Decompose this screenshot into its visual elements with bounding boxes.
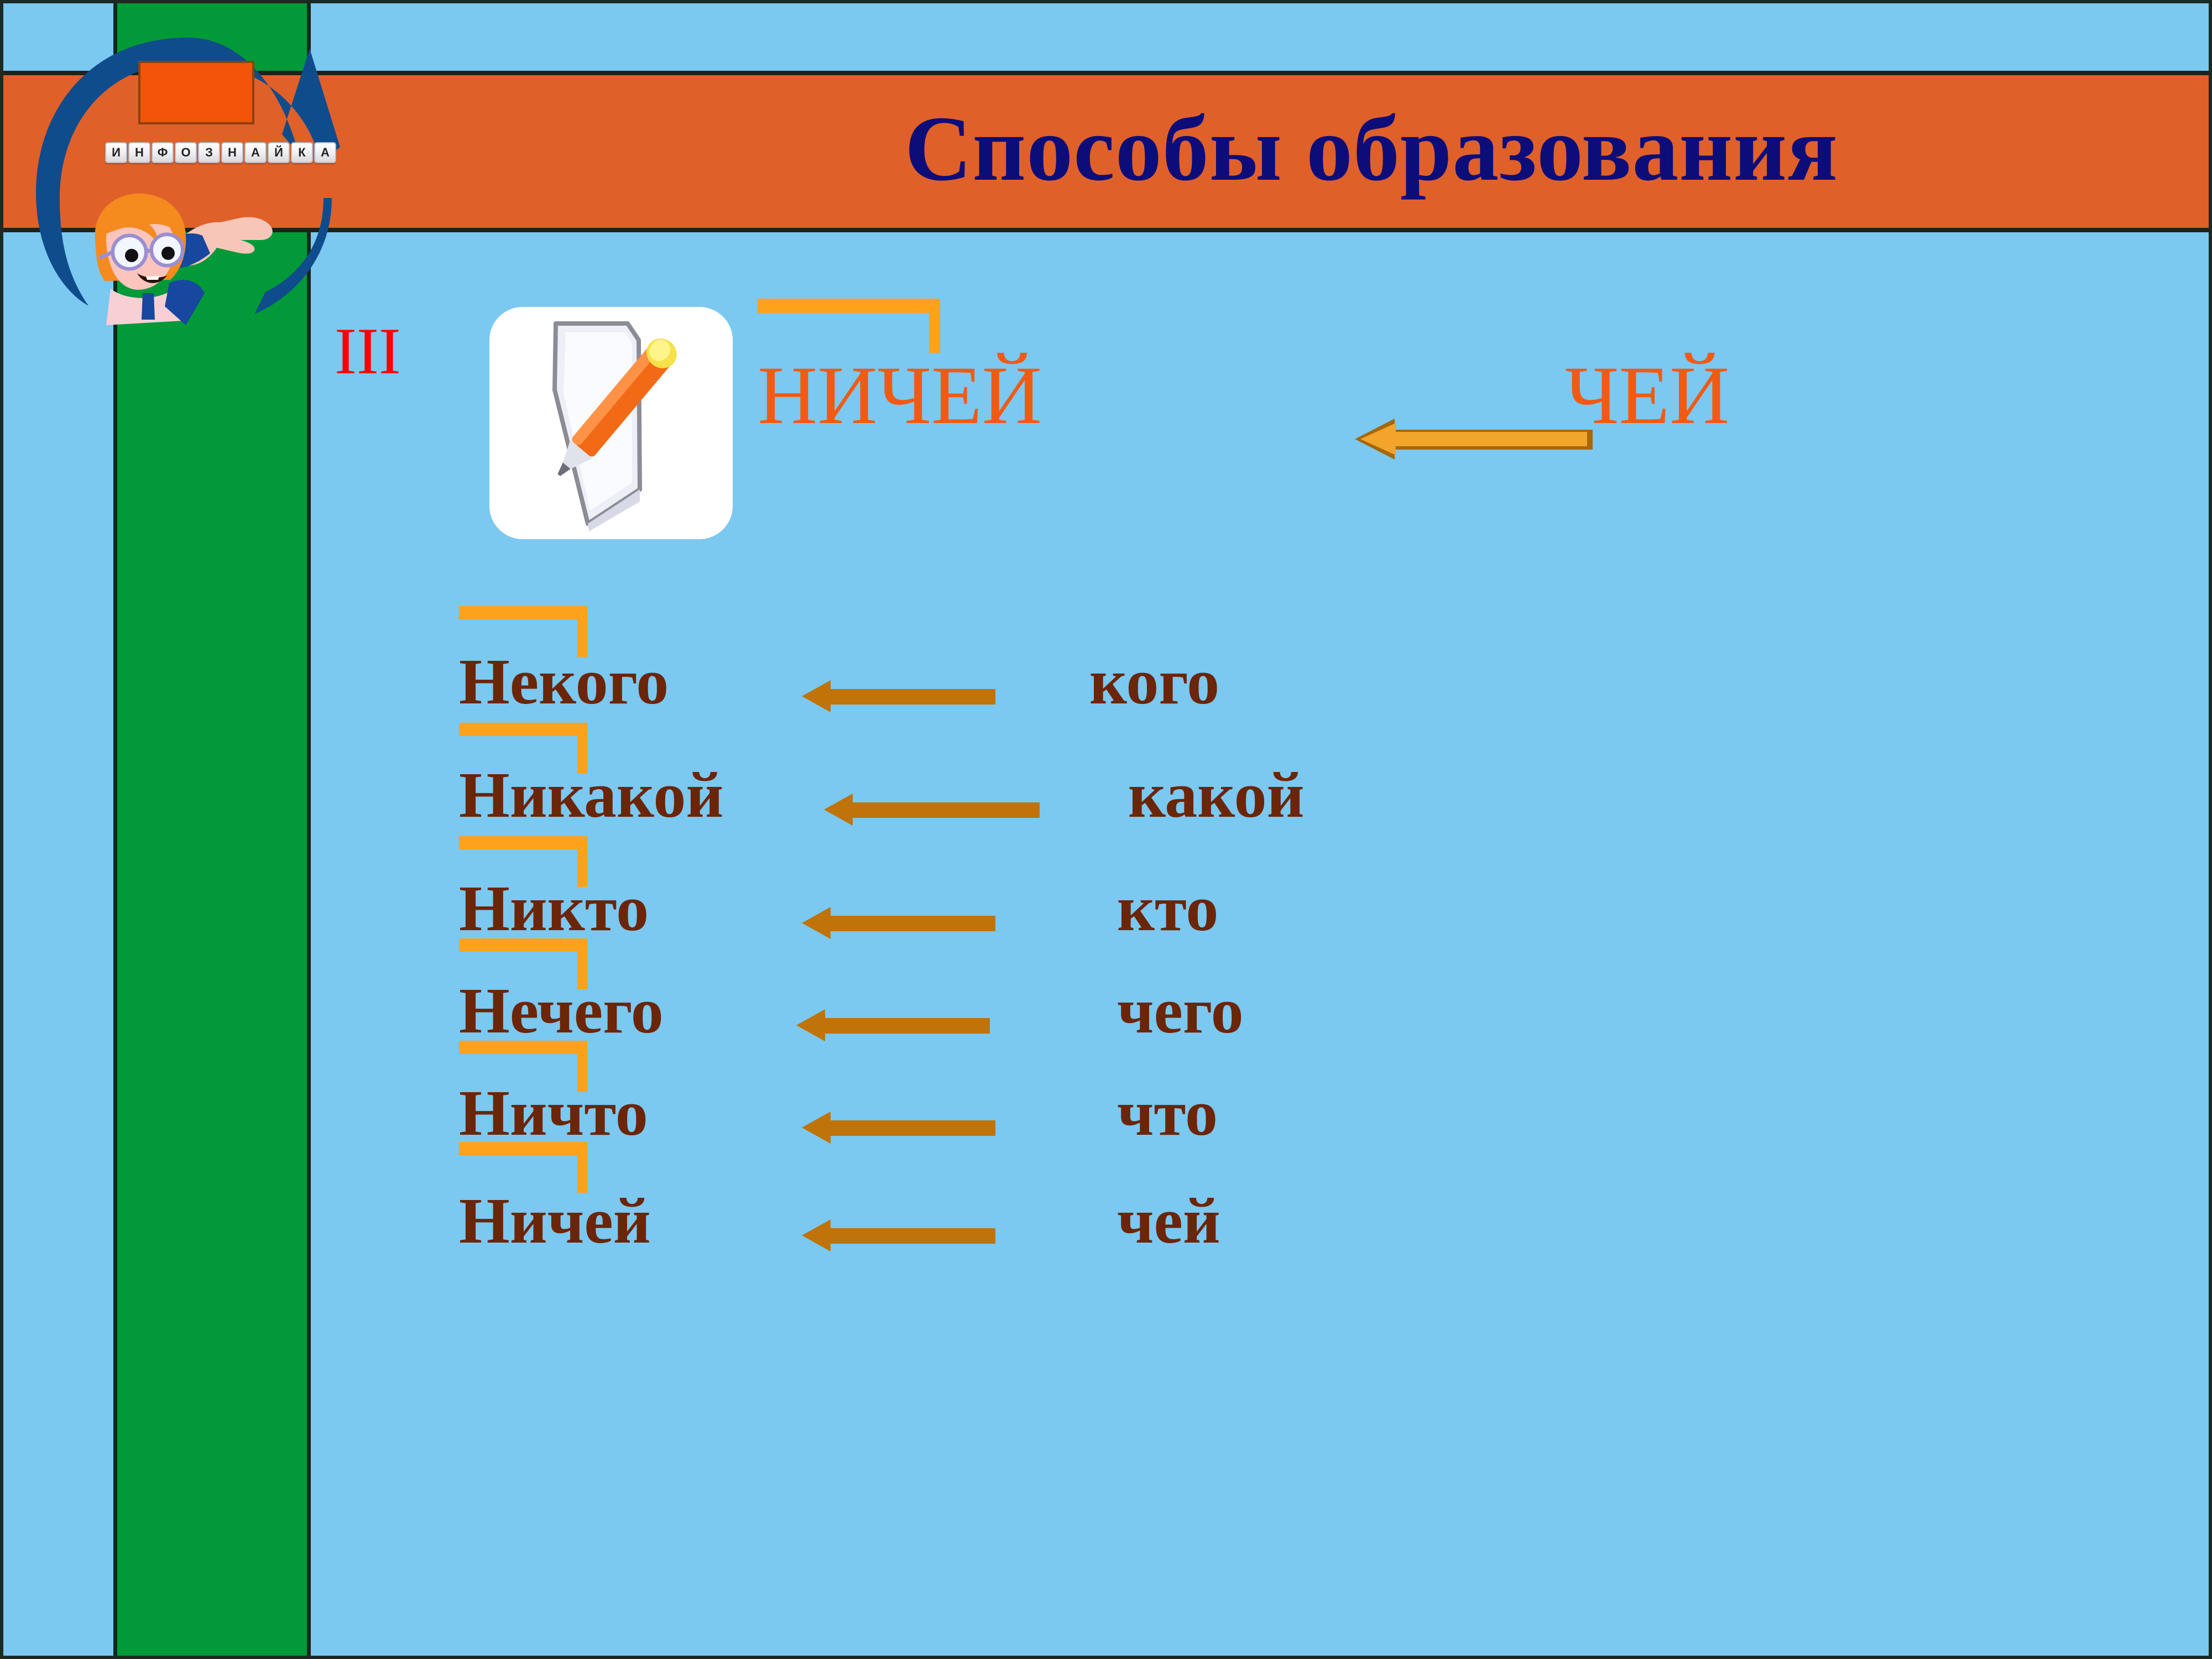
brand-letter-tile: З	[198, 142, 220, 163]
base-word: кого	[1089, 645, 1220, 718]
brand-letter-tile: И	[105, 142, 127, 163]
brand-letter-tile: А	[314, 142, 336, 163]
derived-word: Ничто	[459, 1077, 648, 1149]
brand-letter-tiles: И Н Ф О З Н А Й К А	[105, 142, 336, 163]
left-arrow-icon	[802, 1112, 995, 1144]
base-word: какой	[1128, 759, 1305, 831]
page-title: Способы образования	[905, 97, 1838, 200]
left-arrow-icon	[1355, 419, 1593, 460]
base-word: что	[1117, 1077, 1218, 1149]
base-word: чей	[1117, 1185, 1220, 1257]
infoznaika-logo[interactable]: И Н Ф О З Н А Й К А	[22, 6, 376, 376]
left-arrow-icon	[802, 680, 995, 712]
derived-word: Никто	[459, 872, 649, 945]
list-item: Ничей чей	[437, 1142, 1875, 1294]
left-arrow-icon	[802, 1219, 995, 1251]
headline-base-word: ЧЕЙ	[1565, 349, 1730, 441]
brand-letter-tile: К	[291, 142, 313, 163]
pencil-and-paper-icon	[489, 307, 733, 539]
boy-with-glasses-mascot-icon	[95, 193, 273, 325]
list-item: Никто кто	[437, 836, 1875, 971]
headline-derivation-row: НИЧЕЙ ЧЕЙ	[752, 299, 1969, 498]
brand-letter-tile: Н	[128, 142, 150, 163]
slide-canvas: Способы образования И Н Ф О З Н А Й К А	[0, 0, 2212, 1659]
list-item: Нечего чего	[437, 938, 1875, 1073]
list-item: Ничто что	[437, 1041, 1875, 1181]
derived-word: Никакой	[459, 759, 724, 831]
brand-letter-tile: О	[175, 142, 197, 163]
brand-letter-tile: А	[244, 142, 267, 163]
brand-letter-tile: Ф	[152, 142, 174, 163]
derived-word: Некого	[459, 645, 669, 718]
derived-word: Нечего	[459, 974, 664, 1047]
base-word: кто	[1117, 872, 1219, 945]
list-item: Некого кого	[437, 606, 1875, 755]
list-item: Никакой какой	[437, 723, 1875, 868]
derivation-list: Некого кого Никакой какой Никто кто Нече…	[437, 606, 1875, 1294]
base-word: чего	[1117, 974, 1244, 1047]
left-arrow-icon	[802, 907, 995, 939]
left-arrow-icon	[824, 794, 1040, 826]
headline-derived-word: НИЧЕЙ	[758, 349, 1042, 441]
brand-letter-tile: Й	[268, 142, 290, 163]
logo-orange-box	[138, 61, 254, 124]
prefix-bracket-icon	[758, 299, 940, 353]
brand-letter-tile: Н	[221, 142, 243, 163]
derived-word: Ничей	[459, 1185, 651, 1257]
left-arrow-icon	[796, 1009, 990, 1041]
